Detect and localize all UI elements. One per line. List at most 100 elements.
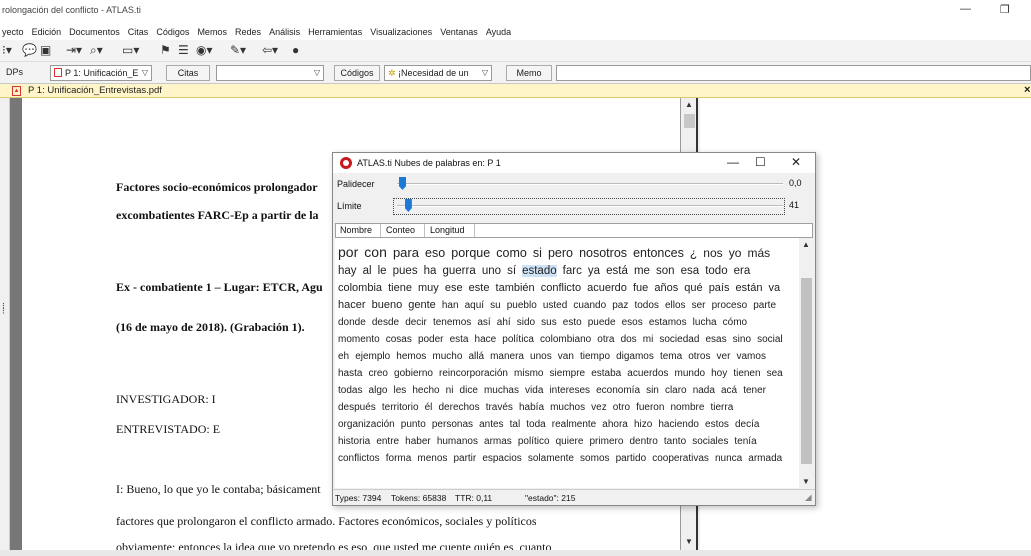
- code-combo[interactable]: ✲ ¡Necesidad de un ▽: [384, 65, 492, 81]
- cloud-word[interactable]: bueno: [372, 299, 403, 311]
- cloud-word[interactable]: vida: [525, 385, 543, 396]
- cloud-word[interactable]: ser: [692, 300, 706, 311]
- cloud-word[interactable]: así: [477, 317, 490, 328]
- cloud-word[interactable]: esas: [705, 334, 726, 345]
- cloud-word[interactable]: estos: [705, 419, 729, 430]
- cloud-word[interactable]: proceso: [712, 300, 748, 311]
- cloud-word[interactable]: dentro: [629, 436, 657, 447]
- cloud-word[interactable]: tenemos: [433, 317, 471, 328]
- cloud-word[interactable]: eh: [338, 351, 349, 362]
- cloud-word[interactable]: haciendo: [658, 419, 699, 430]
- cloud-word[interactable]: derechos: [438, 402, 479, 413]
- cloud-word[interactable]: allá: [468, 351, 484, 362]
- cloud-word[interactable]: menos: [417, 453, 447, 464]
- scroll-up-icon[interactable]: ▲: [685, 100, 693, 109]
- quotes-combo[interactable]: ▽: [216, 65, 324, 81]
- cloud-word[interactable]: fue: [633, 282, 648, 294]
- xml-icon[interactable]: ◉▾: [196, 43, 213, 57]
- cloud-word[interactable]: con: [364, 244, 387, 260]
- cloud-word[interactable]: otros: [688, 351, 710, 362]
- cloud-word[interactable]: economía: [596, 385, 640, 396]
- menu-citas[interactable]: Citas: [128, 24, 149, 40]
- cloud-word[interactable]: haber: [405, 436, 431, 447]
- palidecer-track[interactable]: [397, 183, 783, 185]
- cloud-word[interactable]: él: [425, 402, 433, 413]
- cloud-word[interactable]: estado: [522, 265, 557, 277]
- cloud-word[interactable]: creo: [369, 368, 388, 379]
- cloud-word[interactable]: cosas: [386, 334, 412, 345]
- cloud-word[interactable]: acá: [721, 385, 737, 396]
- cloud-word[interactable]: tienen: [733, 368, 760, 379]
- cloud-word[interactable]: somos: [580, 453, 609, 464]
- menu-ayuda[interactable]: Ayuda: [486, 24, 511, 40]
- cloud-word[interactable]: hoy: [711, 368, 727, 379]
- cloud-word[interactable]: va: [769, 282, 781, 294]
- cloud-word[interactable]: tiempo: [580, 351, 610, 362]
- cloud-word[interactable]: territorio: [382, 402, 419, 413]
- cloud-word[interactable]: gobierno: [394, 368, 433, 379]
- cloud-word[interactable]: ahora: [602, 419, 628, 430]
- cloud-word[interactable]: esto: [563, 317, 582, 328]
- cloud-word[interactable]: sociedad: [659, 334, 699, 345]
- cloud-word[interactable]: muy: [418, 282, 439, 294]
- cloud-word[interactable]: momento: [338, 334, 380, 345]
- codes-button[interactable]: Códigos: [334, 65, 380, 81]
- cloud-word[interactable]: dice: [460, 385, 478, 396]
- cloud-word[interactable]: muchas: [484, 385, 519, 396]
- cloud-word[interactable]: todo: [705, 265, 727, 277]
- cloud-word[interactable]: poder: [418, 334, 444, 345]
- cloud-word[interactable]: muchos: [550, 402, 585, 413]
- scroll-thumb[interactable]: [801, 278, 812, 464]
- cloud-word[interactable]: historia: [338, 436, 370, 447]
- cloud-word[interactable]: reincorporación: [439, 368, 508, 379]
- bomb-icon[interactable]: ●: [292, 43, 299, 57]
- cloud-word[interactable]: cuando: [573, 300, 606, 311]
- cloud-word[interactable]: van: [558, 351, 574, 362]
- cloud-word[interactable]: sociales: [692, 436, 728, 447]
- cloud-word[interactable]: tema: [660, 351, 682, 362]
- cloud-word[interactable]: todas: [338, 385, 362, 396]
- memo-button[interactable]: Memo: [506, 65, 552, 81]
- cloud-word[interactable]: estamos: [649, 317, 687, 328]
- cloud-scrollbar[interactable]: ▲ ▼: [799, 238, 814, 488]
- word-cloud[interactable]: por con para eso porque como si pero nos…: [335, 238, 799, 488]
- cloud-word[interactable]: esa: [681, 265, 700, 277]
- menu-visualizaciones[interactable]: Visualizaciones: [370, 24, 432, 40]
- cloud-word[interactable]: había: [519, 402, 544, 413]
- cloud-word[interactable]: aquí: [465, 300, 484, 311]
- scroll-up-icon[interactable]: ▲: [802, 240, 810, 249]
- cloud-word[interactable]: cómo: [723, 317, 747, 328]
- save-icon[interactable]: ▣: [40, 43, 51, 57]
- menu-edicion[interactable]: Edición: [32, 24, 62, 40]
- cloud-word[interactable]: tener: [743, 385, 766, 396]
- cloud-word[interactable]: su: [490, 300, 501, 311]
- cloud-word[interactable]: vez: [591, 402, 607, 413]
- cloud-word[interactable]: puede: [588, 317, 616, 328]
- cloud-word[interactable]: era: [734, 265, 751, 277]
- back-icon[interactable]: ⇦▾: [262, 43, 278, 57]
- cloud-word[interactable]: ya: [588, 265, 600, 277]
- cloud-word[interactable]: conflicto: [541, 282, 581, 294]
- cloud-word[interactable]: sí: [507, 265, 516, 277]
- cloud-word[interactable]: eso: [425, 246, 445, 260]
- cloud-word[interactable]: sea: [767, 368, 783, 379]
- cloud-word[interactable]: este: [469, 282, 490, 294]
- cloud-word[interactable]: conflictos: [338, 453, 380, 464]
- cloud-word[interactable]: antes: [479, 419, 503, 430]
- cloud-word[interactable]: tenía: [734, 436, 756, 447]
- cloud-word[interactable]: político: [518, 436, 550, 447]
- cloud-word[interactable]: nombre: [671, 402, 705, 413]
- cloud-word[interactable]: pero: [548, 246, 573, 260]
- cloud-word[interactable]: paz: [612, 300, 628, 311]
- cloud-word[interactable]: pueblo: [507, 300, 537, 311]
- cloud-word[interactable]: está: [606, 265, 628, 277]
- memo-combo[interactable]: [556, 65, 1031, 81]
- cloud-word[interactable]: nada: [693, 385, 715, 396]
- sort-longitud-button[interactable]: Longitud: [430, 225, 465, 235]
- cloud-word[interactable]: para: [393, 245, 419, 260]
- cloud-word[interactable]: son: [656, 265, 675, 277]
- cloud-word[interactable]: ese: [445, 282, 463, 294]
- cloud-word[interactable]: han: [442, 300, 459, 311]
- cloud-word[interactable]: decía: [735, 419, 759, 430]
- cloud-word[interactable]: ejemplo: [355, 351, 390, 362]
